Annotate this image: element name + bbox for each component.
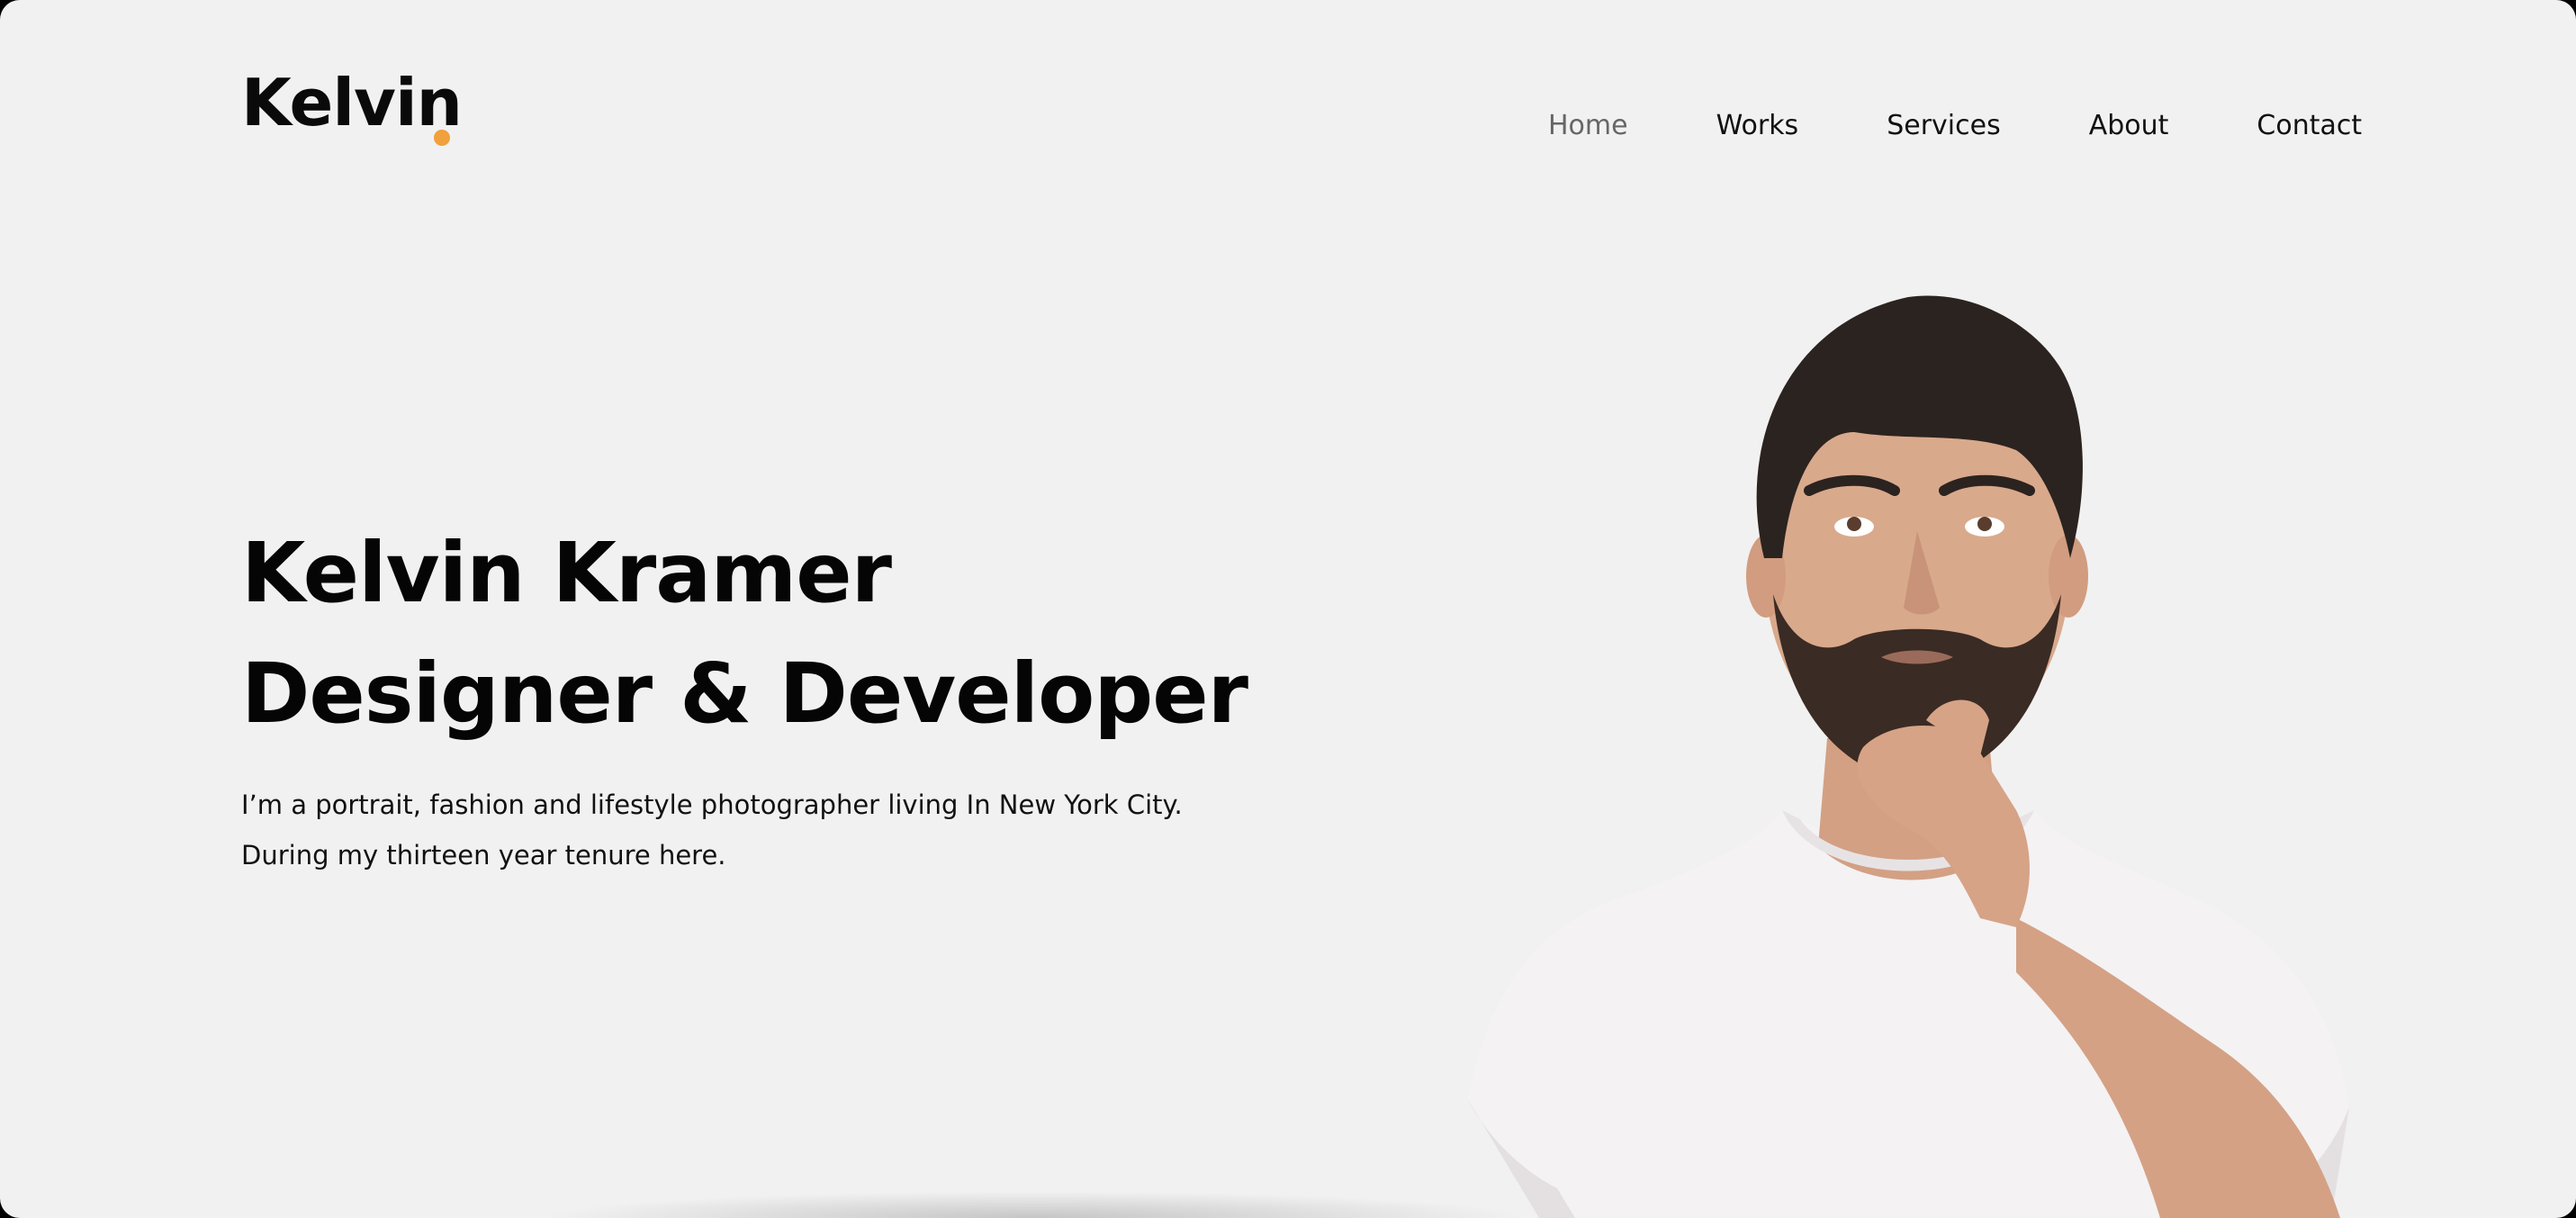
nav-services[interactable]: Services — [1887, 108, 2001, 144]
nav-home[interactable]: Home — [1548, 108, 1628, 144]
hero-title: Kelvin Kramer Designer & Developer — [241, 513, 1248, 754]
page: Kelvin Home Works Services About Contact… — [0, 0, 2576, 1218]
hero-description-line-1: I’m a portrait, fashion and lifestyle ph… — [241, 789, 1183, 820]
nav-works[interactable]: Works — [1716, 108, 1799, 144]
logo-dot-icon — [434, 130, 450, 146]
main-nav: Home Works Services About Contact — [1548, 108, 2362, 144]
hero-description: I’m a portrait, fashion and lifestyle ph… — [241, 780, 1183, 880]
nav-about[interactable]: About — [2089, 108, 2169, 144]
hero-title-role: Designer & Developer — [241, 645, 1248, 742]
hero-title-name: Kelvin Kramer — [241, 525, 892, 621]
person-thinking-portrait-icon — [1440, 270, 2394, 1218]
nav-contact[interactable]: Contact — [2256, 108, 2362, 144]
bottom-shadow — [540, 1191, 1530, 1218]
logo[interactable]: Kelvin — [241, 70, 463, 135]
hero-description-line-2: During my thirteen year tenure here. — [241, 840, 726, 871]
